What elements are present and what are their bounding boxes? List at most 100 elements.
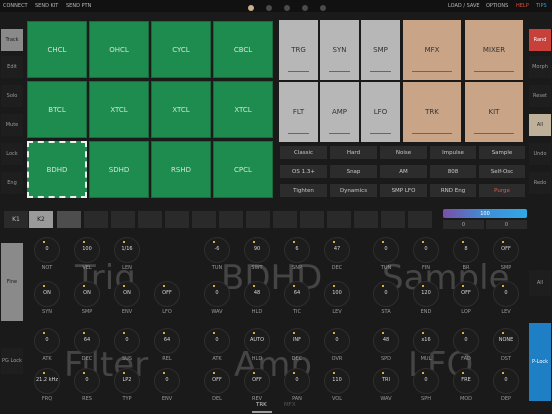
knob-br[interactable]: 8 BR bbox=[450, 237, 482, 279]
page-dot[interactable] bbox=[284, 5, 290, 11]
machine-noise-button[interactable]: Noise bbox=[379, 145, 428, 160]
machine-classic-button[interactable]: Classic bbox=[279, 145, 328, 160]
page-dot[interactable] bbox=[248, 5, 254, 11]
solo-button[interactable]: Solo bbox=[1, 85, 23, 107]
knob-hld[interactable]: 48 HLD bbox=[241, 281, 273, 323]
knob-vel[interactable]: 100 VEL bbox=[71, 237, 103, 279]
track-tab[interactable] bbox=[111, 211, 135, 228]
knob-tic[interactable]: 64 TIC bbox=[281, 281, 313, 323]
knob-vol[interactable]: 110 VOL bbox=[321, 368, 353, 410]
pad-xtcl[interactable]: XTCL bbox=[213, 81, 273, 138]
machine-808-button[interactable]: 808 bbox=[429, 164, 477, 179]
purge-button[interactable]: Purge bbox=[478, 183, 526, 198]
track-tab[interactable] bbox=[57, 211, 81, 228]
knob-snp[interactable]: 6 SNP bbox=[281, 237, 313, 279]
track-tab[interactable] bbox=[165, 211, 189, 228]
pad-cycl[interactable]: CYCL bbox=[151, 21, 211, 78]
knob-spd[interactable]: 48 SPD bbox=[370, 328, 402, 370]
connect-link[interactable]: CONNECT bbox=[3, 3, 28, 9]
knob-end[interactable]: 120 END bbox=[410, 281, 442, 323]
machine-impulse-button[interactable]: Impulse bbox=[429, 145, 477, 160]
reset-button[interactable]: Reset bbox=[529, 85, 551, 107]
knob-mul[interactable]: x16 MUL bbox=[410, 328, 442, 370]
knob-del[interactable]: OFF DEL bbox=[201, 368, 233, 410]
knob-smp[interactable]: ON SMP bbox=[71, 281, 103, 323]
page-smp-button[interactable]: SMP bbox=[361, 20, 400, 80]
rnd-eng-button[interactable]: RND Eng bbox=[429, 183, 477, 198]
tab-mfx[interactable]: MFX bbox=[284, 402, 296, 408]
knob-not[interactable]: 0 NOT bbox=[31, 237, 63, 279]
redo-button[interactable]: Redo bbox=[529, 172, 551, 194]
track-tab[interactable] bbox=[246, 211, 270, 228]
knob-dec[interactable]: 47 DEC bbox=[321, 237, 353, 279]
knob-sus[interactable]: 0 SUS bbox=[111, 328, 143, 370]
knob-ovr[interactable]: 0 OVR bbox=[321, 328, 353, 370]
send-ptn-link[interactable]: SEND PTN bbox=[66, 3, 91, 9]
knob-dep[interactable]: 0 DEP bbox=[490, 368, 522, 410]
page-dot[interactable] bbox=[302, 5, 308, 11]
load-save-link[interactable]: LOAD / SAVE bbox=[448, 3, 480, 9]
page-trk-button[interactable]: TRK bbox=[403, 82, 461, 142]
knob-wav[interactable]: 0 WAV bbox=[201, 281, 233, 323]
dynamics-button[interactable]: Dynamics bbox=[329, 183, 378, 198]
track-tab[interactable] bbox=[327, 211, 351, 228]
knob-fin[interactable]: 0 FIN bbox=[410, 237, 442, 279]
pad-cbcl[interactable]: CBCL bbox=[213, 21, 273, 78]
eng-button[interactable]: Eng bbox=[1, 172, 23, 194]
machine-sample-button[interactable]: Sample bbox=[478, 145, 526, 160]
knob-atk[interactable]: 0 ATK bbox=[201, 328, 233, 370]
page-kit-button[interactable]: KIT bbox=[465, 82, 523, 142]
knob-dst[interactable]: NONE DST bbox=[490, 328, 522, 370]
track-tab[interactable] bbox=[381, 211, 405, 228]
knob-lev[interactable]: 0 LEV bbox=[490, 281, 522, 323]
options-link[interactable]: OPTIONS bbox=[486, 3, 508, 9]
smp-lfo-button[interactable]: SMP LFO bbox=[379, 183, 428, 198]
edit-button[interactable]: Edit bbox=[1, 56, 23, 78]
knob-tun[interactable]: -6 TUN bbox=[201, 237, 233, 279]
pad-rshd[interactable]: RSHD bbox=[151, 141, 211, 198]
page-dot[interactable] bbox=[266, 5, 272, 11]
help-link[interactable]: HELP bbox=[516, 3, 529, 9]
pad-bdhd[interactable]: BDHD bbox=[27, 141, 87, 198]
track-tab[interactable] bbox=[408, 211, 432, 228]
machine-am-button[interactable]: AM bbox=[379, 164, 428, 179]
track-tab-k1[interactable]: K1 bbox=[4, 211, 28, 228]
page-syn-button[interactable]: SYN bbox=[320, 20, 359, 80]
knob-sta[interactable]: 0 STA bbox=[370, 281, 402, 323]
page-mfx-button[interactable]: MFX bbox=[403, 20, 461, 80]
knob-typ[interactable]: LP2 TYP bbox=[111, 368, 143, 410]
page-flt-button[interactable]: FLT bbox=[279, 82, 318, 142]
knob-lev[interactable]: 100 LEV bbox=[321, 281, 353, 323]
level-left-field[interactable]: 0 bbox=[443, 220, 484, 229]
knob-env[interactable]: 0 ENV bbox=[151, 368, 183, 410]
lock-button[interactable]: Lock bbox=[1, 143, 23, 165]
all-button[interactable]: All bbox=[529, 114, 551, 136]
knob-len[interactable]: 1/16 LEN bbox=[111, 237, 143, 279]
machine-snap-button[interactable]: Snap bbox=[329, 164, 378, 179]
pad-ohcl[interactable]: OHCL bbox=[89, 21, 149, 78]
knob-rel[interactable]: 64 REL bbox=[151, 328, 183, 370]
knob-syn[interactable]: ON SYN bbox=[31, 281, 63, 323]
track-button[interactable]: Track bbox=[1, 29, 23, 51]
knob-fad[interactable]: 0 FAD bbox=[450, 328, 482, 370]
fine-button[interactable]: Fine bbox=[1, 243, 23, 321]
p-lock-button[interactable]: P-Lock bbox=[529, 323, 551, 401]
knob-env[interactable]: ON ENV bbox=[111, 281, 143, 323]
page-lfo-button[interactable]: LFO bbox=[361, 82, 400, 142]
level-right-field[interactable]: 0 bbox=[486, 220, 527, 229]
level-bar[interactable]: 100 bbox=[443, 209, 527, 218]
pad-btcl[interactable]: BTCL bbox=[27, 81, 87, 138]
track-tab[interactable] bbox=[138, 211, 162, 228]
machine-self-osc-button[interactable]: Self-Osc bbox=[478, 164, 526, 179]
page-trg-button[interactable]: TRG bbox=[279, 20, 318, 80]
pad-xtcl[interactable]: XTCL bbox=[151, 81, 211, 138]
pad-cpcl[interactable]: CPCL bbox=[213, 141, 273, 198]
morph-button[interactable]: Morph bbox=[529, 56, 551, 78]
knob-res[interactable]: 0 RES bbox=[71, 368, 103, 410]
tips-link[interactable]: TIPS bbox=[536, 3, 547, 9]
knob-lfo[interactable]: OFF LFO bbox=[151, 281, 183, 323]
machine-hard-button[interactable]: Hard bbox=[329, 145, 378, 160]
knob-swt[interactable]: 90 SWT bbox=[241, 237, 273, 279]
track-tab[interactable] bbox=[219, 211, 243, 228]
knob-dec[interactable]: 64 DEC bbox=[71, 328, 103, 370]
